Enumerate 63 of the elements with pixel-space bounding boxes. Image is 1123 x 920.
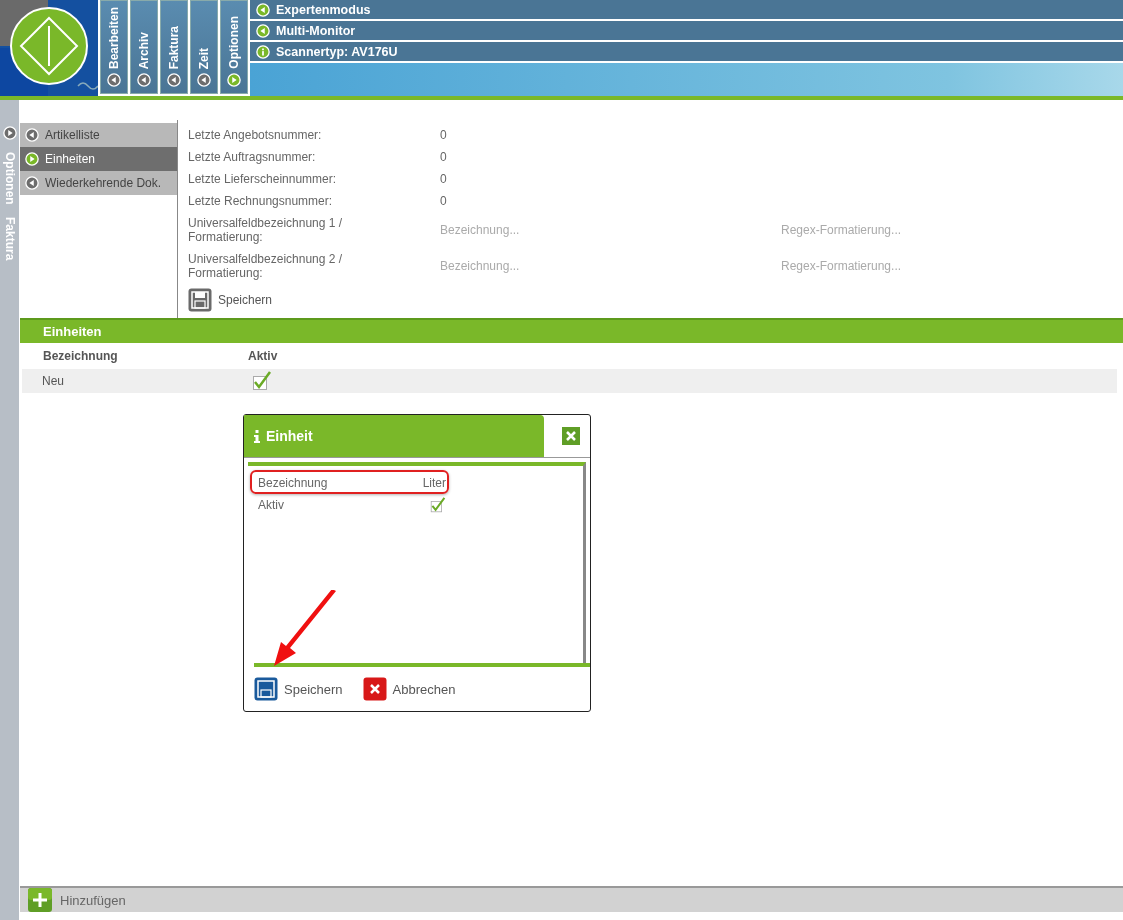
- save-button[interactable]: Speichern: [254, 677, 343, 701]
- nav-item[interactable]: Einheiten: [20, 147, 177, 171]
- field-value: 0: [440, 128, 448, 142]
- field-label: Aktiv: [258, 498, 284, 512]
- input-field[interactable]: Bezeichnung...: [440, 223, 640, 237]
- checkbox[interactable]: [430, 497, 446, 513]
- menu-tab[interactable]: Optionen: [220, 0, 248, 94]
- info-icon: [256, 44, 270, 59]
- nav-item[interactable]: Wiederkehrende Dok.: [20, 171, 177, 195]
- column-header: Bezeichnung: [43, 349, 119, 363]
- toolbar-label: Multi-Monitor: [276, 23, 356, 38]
- cancel-button[interactable]: Abbrechen: [362, 677, 456, 701]
- toolbar-item[interactable]: Multi-Monitor: [250, 21, 1123, 42]
- field-value: 0: [440, 194, 448, 208]
- collapse-icon: [137, 73, 151, 87]
- add-button[interactable]: Hinzufügen: [28, 888, 126, 912]
- floppy-disk-icon: [188, 288, 212, 312]
- dialog-title: Einheit: [244, 415, 544, 457]
- floppy-disk-icon: [254, 677, 278, 701]
- expand-icon: [227, 73, 241, 87]
- expand-icon: [25, 152, 39, 166]
- field-label: Letzte Angebotsnummer:: [188, 128, 323, 142]
- collapse-icon: [256, 23, 270, 38]
- field-label: Letzte Rechnungsnummer:: [188, 194, 334, 208]
- table-cell-text: Neu: [42, 374, 65, 388]
- field-label: Bezeichnung: [258, 476, 328, 490]
- checkbox[interactable]: [252, 371, 272, 391]
- field-label: Letzte Auftragsnummer:: [188, 150, 317, 164]
- collapse-icon: [167, 73, 181, 87]
- close-icon: [362, 677, 387, 701]
- menu-tab[interactable]: Archiv: [130, 0, 158, 94]
- toolbar-label: Expertenmodus: [276, 2, 371, 17]
- column-header: Aktiv: [248, 349, 278, 363]
- save-button[interactable]: Speichern: [188, 288, 1081, 312]
- collapse-icon: [25, 128, 39, 142]
- plus-icon: [28, 888, 52, 912]
- info-icon: [254, 429, 260, 443]
- expand-icon: [2, 126, 17, 140]
- collapse-icon: [256, 2, 270, 17]
- toolbar-item[interactable]: Expertenmodus: [250, 0, 1123, 21]
- collapse-icon: [25, 176, 39, 190]
- app-logo-icon[interactable]: [0, 0, 98, 96]
- close-icon: [562, 427, 580, 445]
- collapse-icon: [107, 73, 121, 87]
- table-row[interactable]: Neu: [22, 369, 1117, 393]
- menu-tab[interactable]: Faktura: [160, 0, 188, 94]
- menu-tab[interactable]: Zeit: [190, 0, 218, 94]
- collapse-icon: [197, 73, 211, 87]
- nav-item[interactable]: Artikelliste: [20, 123, 177, 147]
- close-button[interactable]: [562, 427, 580, 445]
- field-label: Letzte Lieferscheinnummer:: [188, 172, 338, 186]
- toolbar-item[interactable]: Scannertyp: AV176U: [250, 42, 1123, 63]
- toolbar-label: Scannertyp: AV176U: [276, 44, 398, 59]
- field-value: 0: [440, 150, 448, 164]
- input-field[interactable]: Regex-Formatierung...: [781, 223, 981, 237]
- field-value: 0: [440, 172, 448, 186]
- field-label: Universalfeldbezeichnung 2 / Formatierung:: [188, 252, 344, 280]
- field-label: Universalfeldbezeichnung 1 / Formatierung:: [188, 216, 344, 244]
- input-field[interactable]: Regex-Formatierung...: [781, 259, 981, 273]
- panel-header: Einheiten: [20, 318, 1123, 343]
- menu-tab[interactable]: Bearbeiten: [100, 0, 128, 94]
- field-value[interactable]: Liter: [422, 476, 446, 490]
- input-field[interactable]: Bezeichnung...: [440, 259, 640, 273]
